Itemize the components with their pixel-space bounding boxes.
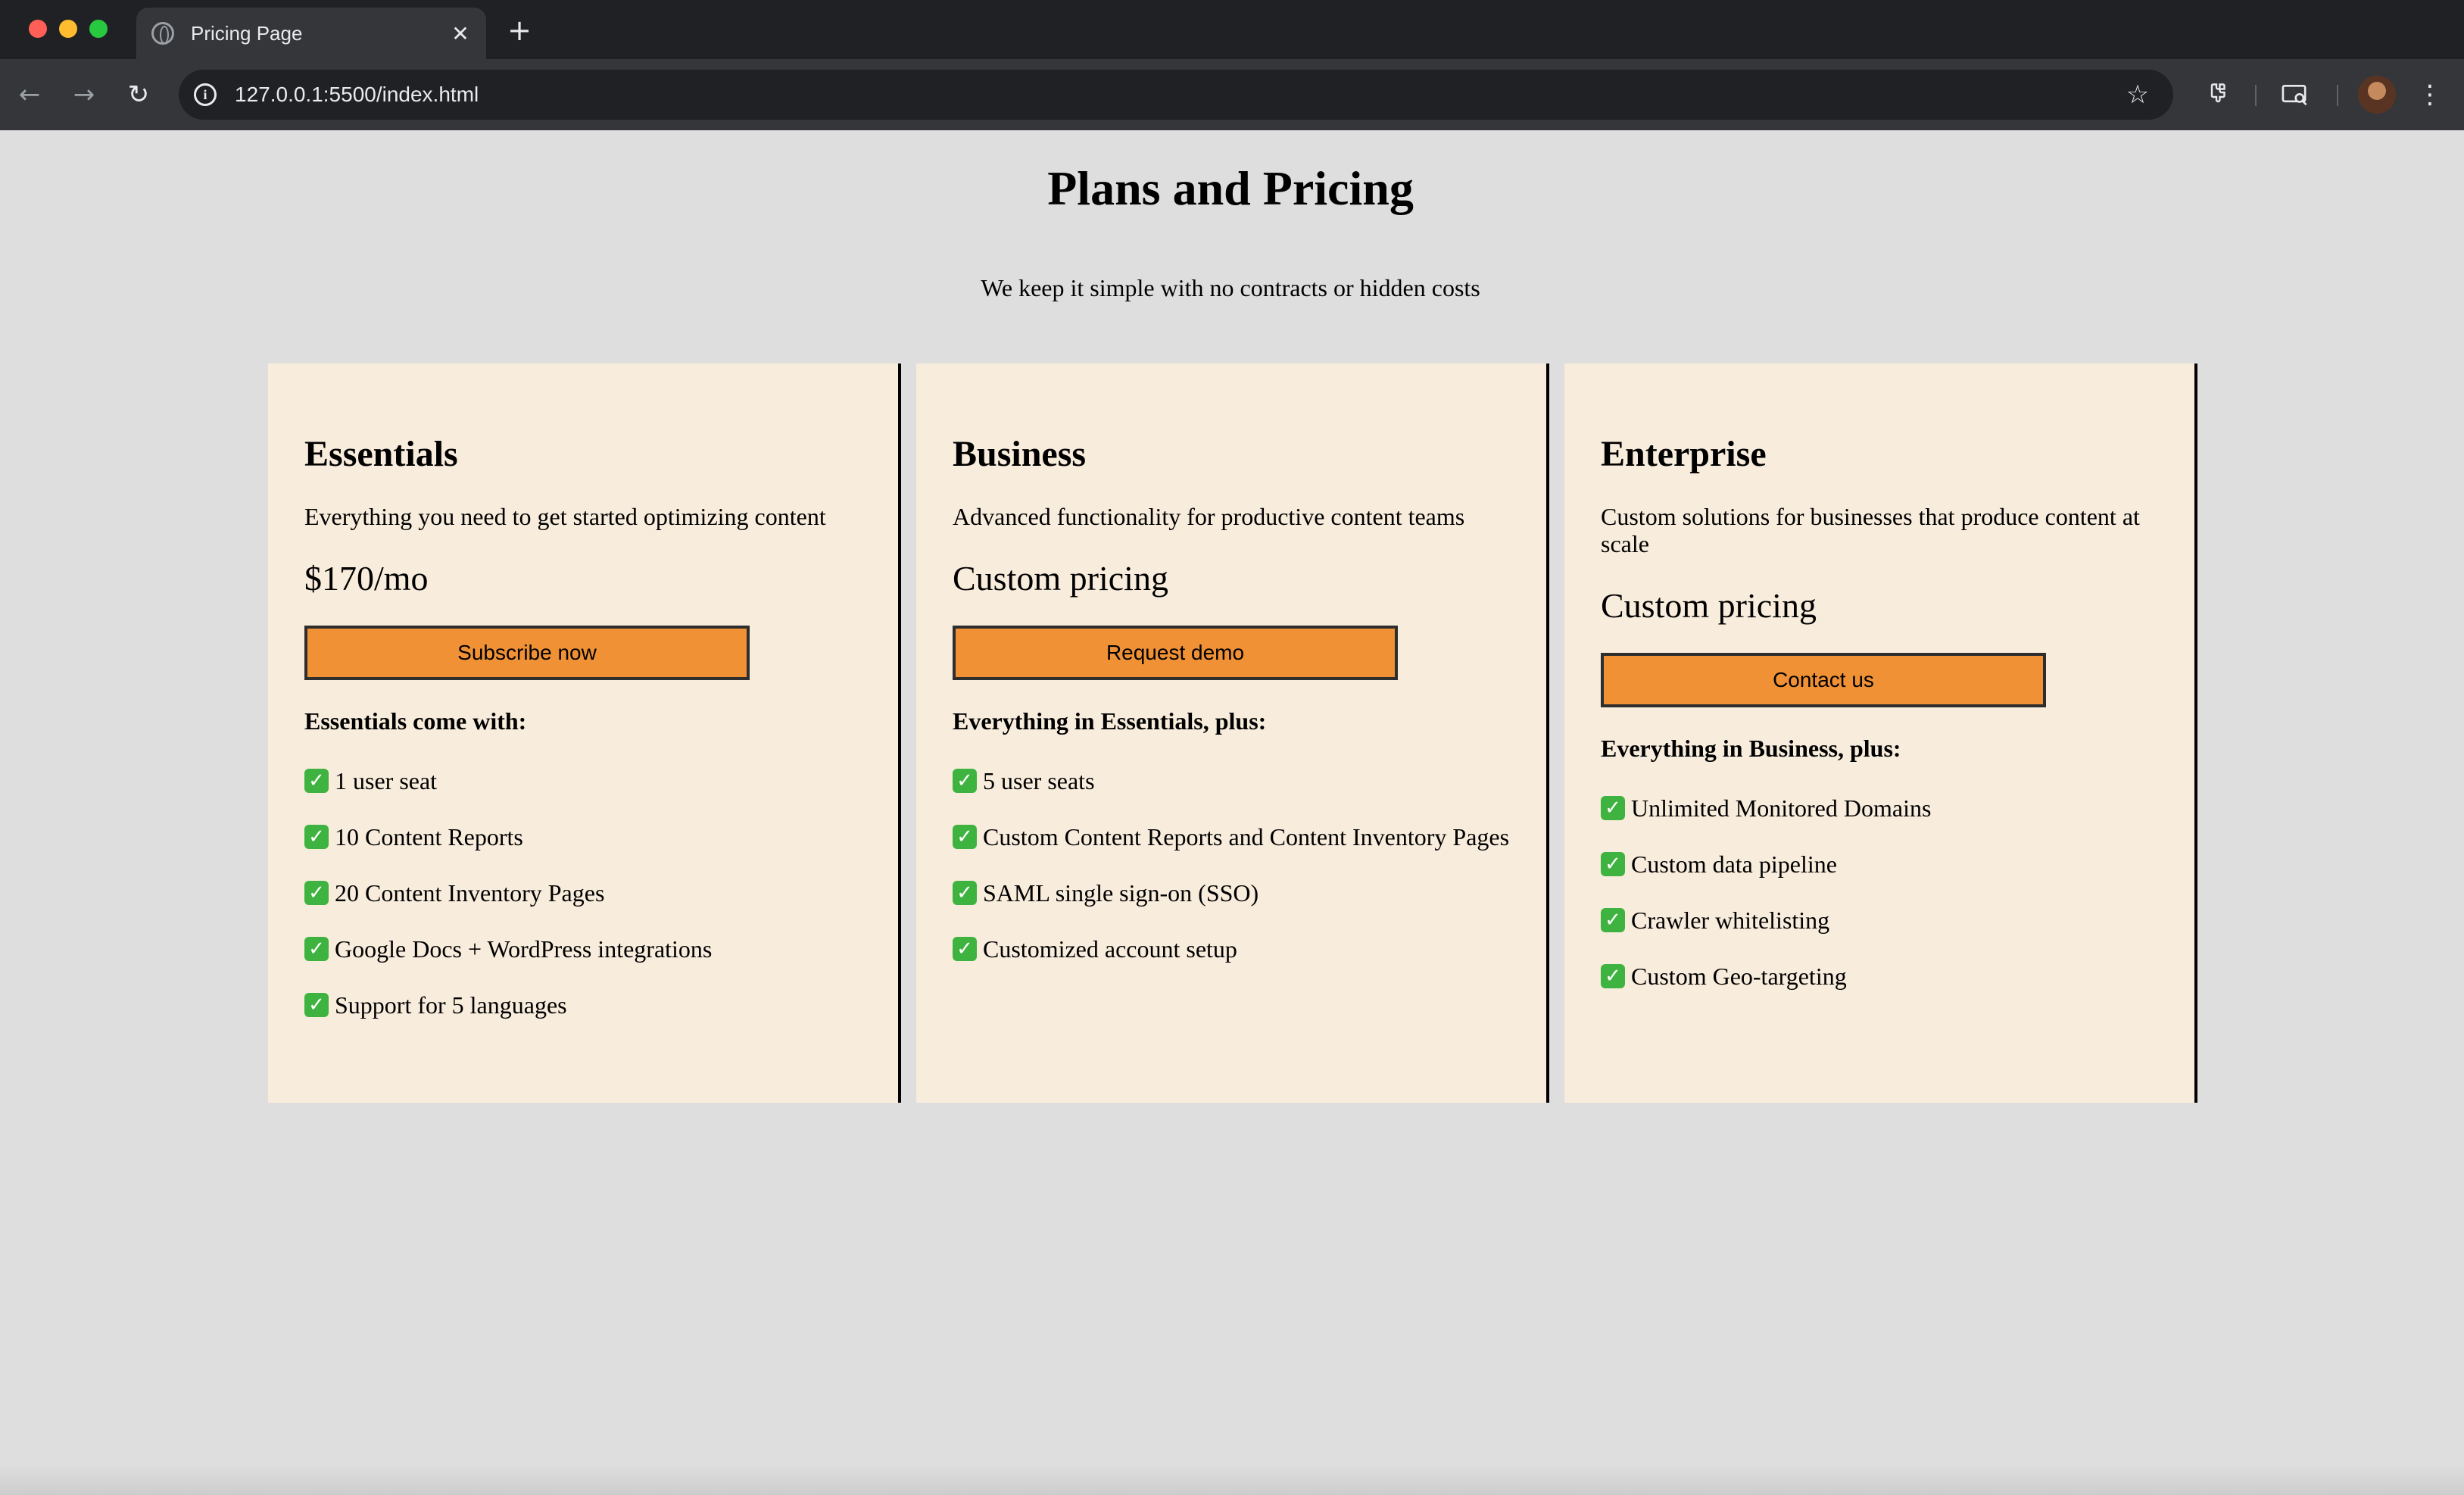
info-icon[interactable]: i — [194, 83, 217, 106]
feature-item: ✓ Unlimited Monitored Domains — [1601, 780, 2160, 836]
browser-tab-strip: Pricing Page ✕ + — [0, 0, 2464, 59]
check-mark-icon: ✓ — [304, 993, 329, 1017]
new-tab-button[interactable]: + — [503, 14, 536, 47]
feature-text: Unlimited Monitored Domains — [1631, 794, 1932, 822]
plan-card-business: Business Advanced functionality for prod… — [916, 364, 1549, 1103]
feature-item: ✓ Customized account setup — [953, 921, 1511, 977]
feature-text: Crawler whitelisting — [1631, 906, 1830, 934]
feature-text: Support for 5 languages — [335, 991, 567, 1019]
feature-text: Custom Content Reports and Content Inven… — [983, 822, 1510, 850]
window-bottom-shadow — [0, 1465, 2464, 1495]
profile-avatar[interactable] — [2358, 76, 2396, 114]
feature-text: Custom data pipeline — [1631, 850, 1837, 878]
feature-item: ✓ 5 user seats — [953, 753, 1511, 809]
request-demo-button[interactable]: Request demo — [953, 626, 1398, 680]
plan-price: Custom pricing — [1601, 586, 1817, 625]
plan-description: Custom solutions for businesses that pro… — [1601, 503, 2140, 557]
puzzle-icon[interactable] — [2197, 76, 2235, 114]
subscribe-now-button[interactable]: Subscribe now — [304, 626, 750, 680]
browser-tab-active[interactable]: Pricing Page ✕ — [136, 8, 486, 59]
plan-description: Advanced functionality for productive co… — [953, 503, 1465, 530]
check-mark-icon: ✓ — [953, 881, 977, 905]
pricing-cards: Essentials Everything you need to get st… — [268, 364, 2197, 1103]
feature-text: 10 Content Reports — [335, 822, 523, 850]
check-mark-icon: ✓ — [953, 825, 977, 849]
star-icon[interactable]: ☆ — [2119, 76, 2157, 114]
features-heading: Everything in Business, plus: — [1601, 735, 1901, 762]
window-close-button[interactable] — [29, 20, 47, 38]
plan-name: Business — [953, 434, 1087, 474]
check-mark-icon: ✓ — [304, 769, 329, 793]
feature-text: SAML single sign-on (SSO) — [983, 879, 1259, 907]
address-bar[interactable]: i 127.0.0.1:5500/index.html ☆ — [179, 70, 2173, 120]
feature-list: ✓ 5 user seats ✓ Custom Content Reports an… — [953, 753, 1511, 977]
check-mark-icon: ✓ — [304, 881, 329, 905]
plan-price: Custom pricing — [953, 559, 1168, 598]
features-heading: Essentials come with: — [304, 707, 527, 735]
plan-price: $170/mo — [304, 559, 429, 598]
feature-item: ✓ Custom Geo-targeting — [1601, 948, 2160, 1004]
feature-item: ✓ Custom data pipeline — [1601, 836, 2160, 892]
plan-card-enterprise: Enterprise Custom solutions for business… — [1564, 364, 2197, 1103]
more-vertical-icon[interactable]: ⋮ — [2411, 76, 2449, 114]
feature-text: 20 Content Inventory Pages — [335, 879, 605, 907]
forward-arrow-icon[interactable]: → — [65, 76, 103, 114]
feature-item: ✓ 20 Content Inventory Pages — [304, 865, 863, 921]
check-mark-icon: ✓ — [1601, 796, 1625, 820]
page-content: Plans and Pricing We keep it simple with… — [0, 130, 2464, 1495]
check-mark-icon: ✓ — [304, 937, 329, 961]
close-tab-icon[interactable]: ✕ — [445, 18, 476, 48]
check-mark-icon: ✓ — [1601, 964, 1625, 988]
plan-name: Essentials — [304, 434, 458, 474]
back-arrow-icon[interactable]: ← — [11, 76, 48, 114]
feature-text: 5 user seats — [983, 766, 1095, 794]
tab-title: Pricing Page — [191, 21, 303, 45]
feature-list: ✓ Unlimited Monitored Domains ✓ Custom dat… — [1601, 780, 2160, 1004]
feature-item: ✓ Support for 5 languages — [304, 977, 863, 1033]
feature-item: ✓ Custom Content Reports and Content Inve… — [953, 809, 1511, 865]
toolbar-divider — [2337, 85, 2338, 106]
feature-text: 1 user seat — [335, 766, 438, 794]
url-text[interactable]: 127.0.0.1:5500/index.html — [235, 83, 2119, 107]
feature-text: Customized account setup — [983, 935, 1237, 963]
feature-item: ✓ SAML single sign-on (SSO) — [953, 865, 1511, 921]
window-minimize-button[interactable] — [59, 20, 77, 38]
feature-item: ✓ 10 Content Reports — [304, 809, 863, 865]
page-subtitle: We keep it simple with no contracts or h… — [981, 274, 1480, 301]
check-mark-icon: ✓ — [953, 769, 977, 793]
check-mark-icon: ✓ — [953, 937, 977, 961]
feature-text: Custom Geo-targeting — [1631, 962, 1847, 990]
plan-description: Everything you need to get started optim… — [304, 503, 826, 530]
feature-item: ✓ 1 user seat — [304, 753, 863, 809]
reload-icon[interactable]: ↻ — [120, 76, 158, 114]
feature-list: ✓ 1 user seat ✓ 10 Content Reports ✓ 20 Con… — [304, 753, 863, 1033]
globe-icon — [151, 22, 174, 45]
browser-toolbar: ← → ↻ i 127.0.0.1:5500/index.html ☆ ⋮ — [0, 59, 2464, 130]
cast-icon[interactable] — [2276, 76, 2314, 114]
feature-item: ✓ Google Docs + WordPress integrations — [304, 921, 863, 977]
check-mark-icon: ✓ — [1601, 908, 1625, 932]
check-mark-icon: ✓ — [1601, 852, 1625, 876]
window-zoom-button[interactable] — [89, 20, 108, 38]
feature-text: Google Docs + WordPress integrations — [335, 935, 713, 963]
plan-card-essentials: Essentials Everything you need to get st… — [268, 364, 901, 1103]
features-heading: Everything in Essentials, plus: — [953, 707, 1267, 735]
check-mark-icon: ✓ — [304, 825, 329, 849]
toolbar-divider — [2255, 85, 2257, 106]
contact-us-button[interactable]: Contact us — [1601, 653, 2046, 707]
plan-name: Enterprise — [1601, 434, 1767, 474]
page-title: Plans and Pricing — [1047, 161, 1414, 215]
feature-item: ✓ Crawler whitelisting — [1601, 892, 2160, 948]
